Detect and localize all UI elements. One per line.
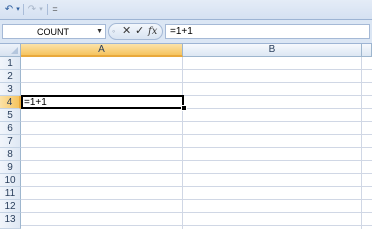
column-header-c[interactable] bbox=[362, 44, 372, 57]
formula-input[interactable]: =1+1 bbox=[165, 24, 370, 39]
row-header[interactable]: 1 bbox=[0, 57, 21, 70]
customize-toolbar-icon[interactable]: = bbox=[50, 3, 60, 16]
quick-access-toolbar: ↶ ▾ ↷ ▾ = bbox=[0, 0, 372, 20]
formula-bar: COUNT ▼ ◦ ✕ ✓ fx =1+1 bbox=[0, 20, 372, 44]
spreadsheet-grid: A B 1 2 3 4 5 6 7 8 9 10 11 12 13 =1+1 bbox=[0, 44, 372, 229]
undo-dropdown[interactable]: ▾ bbox=[15, 3, 21, 16]
formula-text: =1+1 bbox=[170, 26, 193, 37]
column-header-a[interactable]: A bbox=[21, 44, 183, 57]
row-header[interactable]: 10 bbox=[0, 174, 21, 187]
name-box-value: COUNT bbox=[37, 27, 69, 37]
row-header[interactable]: 2 bbox=[0, 70, 21, 83]
row-header[interactable]: 7 bbox=[0, 135, 21, 148]
row-header[interactable]: 9 bbox=[0, 161, 21, 174]
row-header[interactable]: 3 bbox=[0, 83, 21, 96]
cancel-icon[interactable]: ✕ bbox=[122, 25, 131, 38]
row-header[interactable]: 11 bbox=[0, 187, 21, 200]
row-header[interactable]: 8 bbox=[0, 148, 21, 161]
column-header-b[interactable]: B bbox=[183, 44, 362, 57]
row-header[interactable]: 13 bbox=[0, 213, 21, 229]
toolbar-separator bbox=[23, 4, 24, 15]
formula-bar-expand-icon: ◦ bbox=[112, 26, 116, 36]
insert-function-icon[interactable]: fx bbox=[148, 25, 157, 38]
chevron-down-icon[interactable]: ▼ bbox=[96, 26, 103, 38]
formula-controls: ◦ ✕ ✓ fx bbox=[108, 23, 163, 40]
cell-gridlines bbox=[21, 57, 372, 229]
redo-dropdown[interactable]: ▾ bbox=[38, 3, 44, 16]
row-header[interactable]: 5 bbox=[0, 109, 21, 122]
column-divider bbox=[361, 57, 362, 229]
cell-a4-value: =1+1 bbox=[24, 97, 47, 108]
row-header[interactable]: 12 bbox=[0, 200, 21, 213]
select-all-button[interactable] bbox=[0, 44, 21, 57]
toolbar-separator bbox=[47, 4, 48, 15]
fill-handle[interactable] bbox=[181, 105, 187, 111]
enter-icon[interactable]: ✓ bbox=[135, 25, 144, 38]
column-divider bbox=[182, 57, 183, 229]
redo-icon[interactable]: ↷ bbox=[26, 3, 38, 16]
name-box[interactable]: COUNT ▼ bbox=[2, 24, 106, 39]
row-header-active[interactable]: 4 bbox=[0, 96, 21, 109]
undo-icon[interactable]: ↶ bbox=[3, 3, 15, 16]
row-header[interactable]: 6 bbox=[0, 122, 21, 135]
cell-a4[interactable]: =1+1 bbox=[21, 95, 184, 109]
